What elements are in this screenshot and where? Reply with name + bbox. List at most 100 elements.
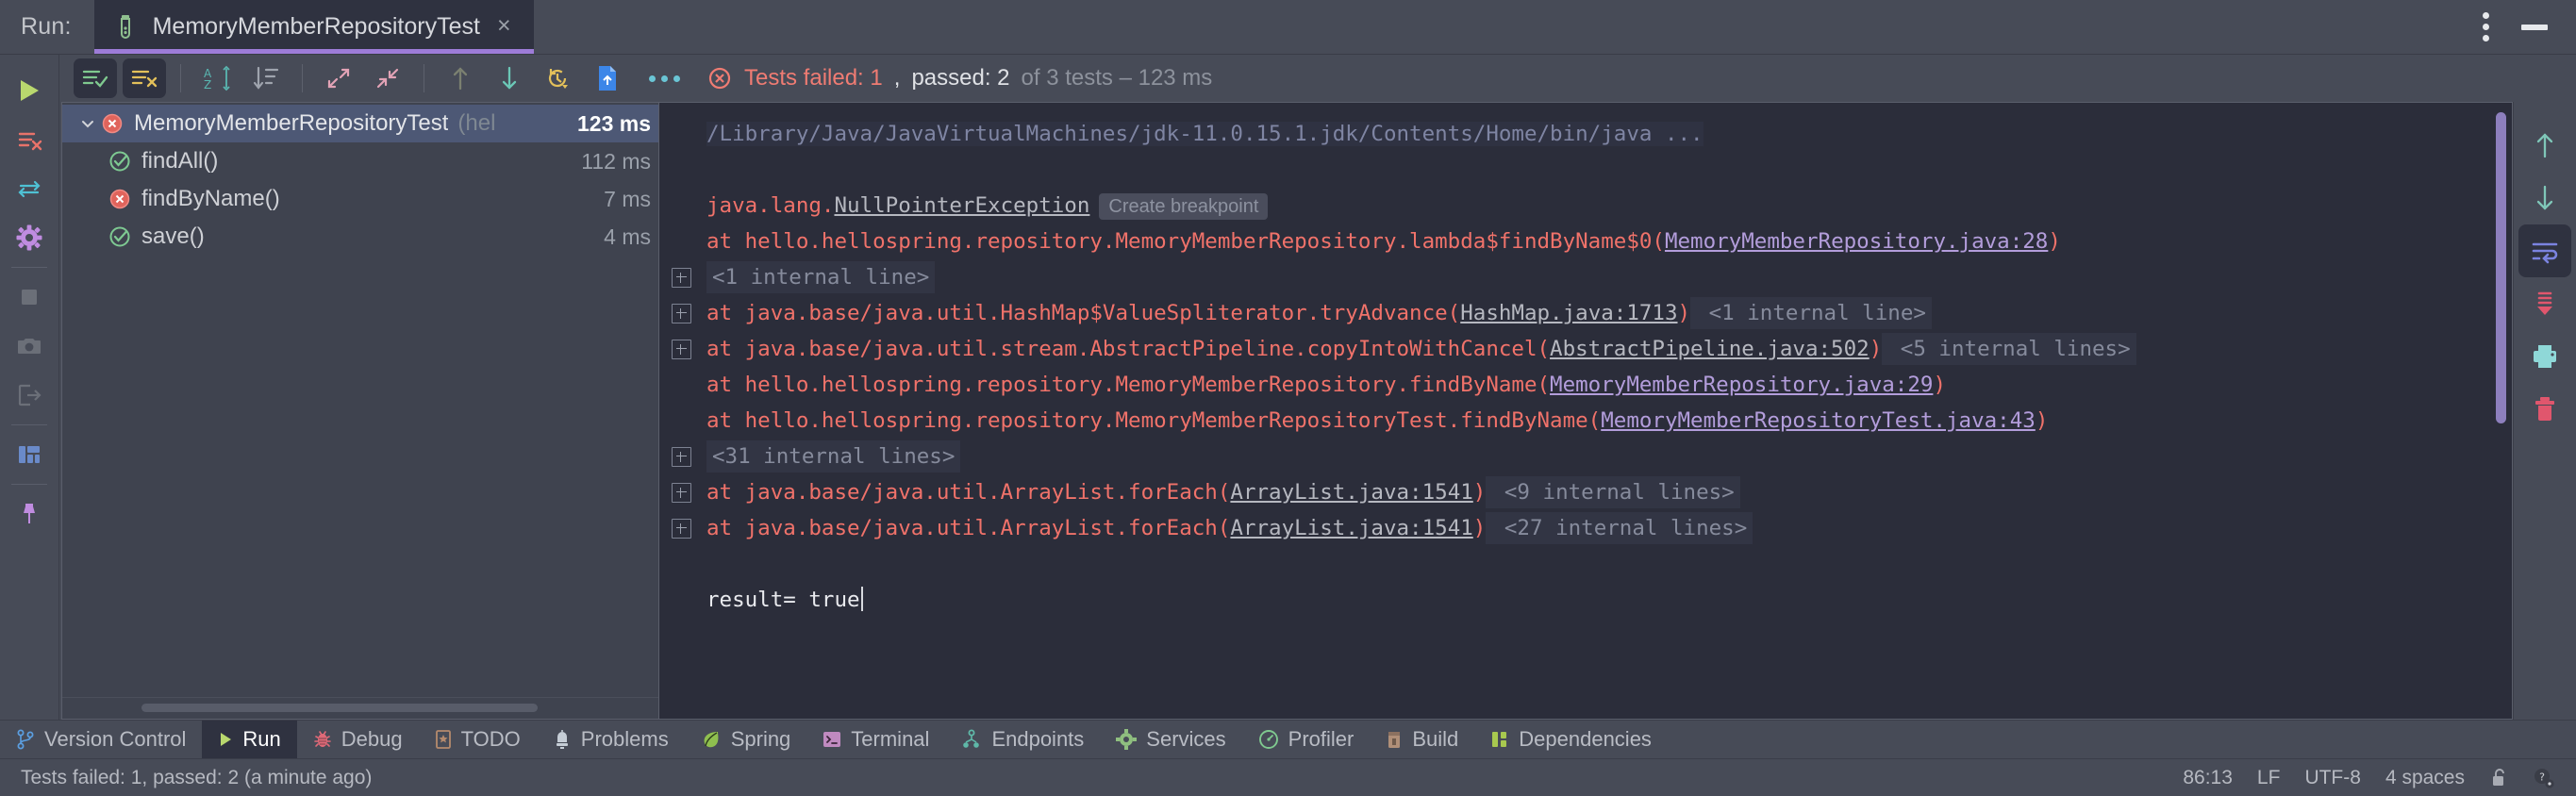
tests-failed-label: Tests failed: xyxy=(744,65,871,91)
show-failed-tests-button[interactable] xyxy=(123,58,166,98)
expand-all-button[interactable] xyxy=(317,58,360,98)
fold-expand-icon[interactable] xyxy=(659,295,703,331)
source-link[interactable]: ArrayList.java:1541 xyxy=(1230,480,1472,505)
tool-window-version-control[interactable]: Version Control xyxy=(0,721,202,758)
run-body: A Z Tests failed: 1 , passed: 2 of 3 tes… xyxy=(0,55,2576,720)
source-link[interactable]: MemoryMemberRepository.java:29 xyxy=(1550,373,1933,397)
test-tree-row-findbyname[interactable]: findByName() 7 ms xyxy=(62,180,658,218)
internal-lines-text[interactable]: <1 internal line> xyxy=(1690,297,1932,329)
tool-window-label: Services xyxy=(1146,727,1226,751)
play-icon xyxy=(218,731,233,748)
console-line-stack: at java.base/java.util.stream.AbstractPi… xyxy=(703,331,2512,367)
source-link[interactable]: MemoryMemberRepository.java:28 xyxy=(1665,229,2048,254)
show-passed-tests-button[interactable] xyxy=(74,58,117,98)
collapse-all-button[interactable] xyxy=(366,58,409,98)
exception-class-link[interactable]: NullPointerException xyxy=(834,193,1089,218)
stack-frame-text: at java.base/java.util.stream.AbstractPi… xyxy=(706,337,1551,361)
minimize-icon[interactable] xyxy=(2521,24,2548,30)
sort-by-duration-button[interactable] xyxy=(244,58,288,98)
console-line-stack: at java.base/java.util.ArrayList.forEach… xyxy=(703,474,2512,510)
test-name: findAll() xyxy=(141,148,219,174)
source-link[interactable]: HashMap.java:1713 xyxy=(1460,301,1677,325)
unlocked-padlock-icon[interactable] xyxy=(2489,768,2508,788)
test-history-button[interactable] xyxy=(537,58,580,98)
file-encoding[interactable]: UTF-8 xyxy=(2304,767,2361,789)
internal-lines-text[interactable]: <5 internal lines> xyxy=(1882,333,2136,365)
tool-window-problems[interactable]: Problems xyxy=(537,721,685,758)
tool-window-terminal[interactable]: Terminal xyxy=(806,721,945,758)
internal-lines-text[interactable]: <27 internal lines> xyxy=(1486,512,1753,544)
test-tree-row-root[interactable]: MemoryMemberRepositoryTest (hel 123 ms xyxy=(62,105,658,142)
console-vertical-scrollbar[interactable] xyxy=(2496,112,2506,709)
more-toolbar-options-icon[interactable] xyxy=(649,75,680,82)
tab-title: MemoryMemberRepositoryTest xyxy=(152,13,480,40)
fold-expand-icon[interactable] xyxy=(659,474,703,510)
help-settings-icon[interactable]: ? xyxy=(2533,767,2555,789)
test-status-summary: Tests failed: 1, passed: 2 of 3 tests – … xyxy=(706,65,1212,91)
clear-all-button[interactable] xyxy=(2518,383,2571,436)
source-link[interactable]: ArrayList.java:1541 xyxy=(1230,516,1472,540)
test-tree[interactable]: MemoryMemberRepositoryTest (hel 123 ms f… xyxy=(62,103,658,697)
next-failed-test-button[interactable] xyxy=(488,58,531,98)
indent-setting[interactable]: 4 spaces xyxy=(2385,767,2465,789)
internal-lines-text[interactable]: <9 internal lines> xyxy=(1486,476,1740,508)
console-line-exception: java.lang.NullPointerException Create bre… xyxy=(703,188,2512,224)
test-tree-horizontal-scrollbar[interactable] xyxy=(62,697,658,719)
export-test-results-button[interactable] xyxy=(586,58,629,98)
scroll-to-end-button[interactable] xyxy=(2518,277,2571,330)
tool-window-endpoints[interactable]: Endpoints xyxy=(945,721,1100,758)
capture-memory-snapshot-button[interactable] xyxy=(5,322,54,371)
close-icon[interactable]: × xyxy=(495,12,513,41)
layout-settings-button[interactable] xyxy=(5,430,54,479)
dump-threads-button[interactable] xyxy=(5,371,54,420)
console-output[interactable]: /Library/Java/JavaVirtualMachines/jdk-11… xyxy=(703,103,2512,719)
tool-window-build[interactable]: Build xyxy=(1370,721,1474,758)
line-separator[interactable]: LF xyxy=(2257,767,2281,789)
soft-wrap-button[interactable] xyxy=(2518,224,2571,277)
chevron-down-icon[interactable] xyxy=(75,115,100,132)
print-button[interactable] xyxy=(2518,330,2571,383)
create-breakpoint-badge[interactable]: Create breakpoint xyxy=(1099,193,1269,220)
test-tree-row-findall[interactable]: findAll() 112 ms xyxy=(62,142,658,180)
tool-window-services[interactable]: Services xyxy=(1100,721,1241,758)
rerun-failed-tests-button[interactable] xyxy=(5,115,54,164)
internal-lines-text[interactable]: <31 internal lines> xyxy=(706,440,961,473)
gutter-spacer xyxy=(659,152,703,188)
more-options-icon[interactable] xyxy=(2483,12,2489,41)
tab-memory-member-repository-test[interactable]: MemoryMemberRepositoryTest × xyxy=(93,0,534,54)
pin-tab-button[interactable] xyxy=(5,489,54,539)
test-failed-icon xyxy=(108,187,132,211)
tool-window-debug[interactable]: Debug xyxy=(297,721,419,758)
tool-window-run[interactable]: Run xyxy=(202,721,297,758)
test-name: save() xyxy=(141,224,205,249)
caret-position[interactable]: 86:13 xyxy=(2183,767,2233,789)
gutter-spacer xyxy=(659,188,703,224)
tool-window-spring[interactable]: Spring xyxy=(685,721,807,758)
fold-expand-icon[interactable] xyxy=(659,510,703,546)
spring-leaf-icon xyxy=(701,729,722,750)
test-tree-row-save[interactable]: save() 4 ms xyxy=(62,218,658,256)
previous-failed-test-button[interactable] xyxy=(439,58,482,98)
fold-expand-icon[interactable] xyxy=(659,259,703,295)
tool-window-todo[interactable]: TODO xyxy=(419,721,537,758)
source-link[interactable]: AbstractPipeline.java:502 xyxy=(1550,337,1870,361)
tool-window-profiler[interactable]: Profiler xyxy=(1242,721,1371,758)
source-link[interactable]: MemoryMemberRepositoryTest.java:43 xyxy=(1601,408,2036,433)
fold-expand-icon[interactable] xyxy=(659,331,703,367)
sort-alphabetically-button[interactable]: A Z xyxy=(195,58,239,98)
scroll-down-button[interactable] xyxy=(2518,172,2571,224)
internal-lines-text[interactable]: <1 internal line> xyxy=(706,261,936,293)
fold-expand-icon[interactable] xyxy=(659,439,703,474)
test-duration: 7 ms xyxy=(604,186,651,211)
rerun-button[interactable] xyxy=(5,66,54,115)
toggle-auto-test-button[interactable] xyxy=(5,164,54,213)
configure-settings-button[interactable] xyxy=(5,213,54,262)
stop-button[interactable] xyxy=(5,273,54,322)
tool-window-dependencies[interactable]: Dependencies xyxy=(1474,721,1668,758)
test-name: findByName() xyxy=(141,186,280,211)
window-buttons xyxy=(2473,0,2576,54)
tool-window-label: Profiler xyxy=(1288,727,1354,751)
test-passed-icon xyxy=(108,224,132,249)
scroll-up-button[interactable] xyxy=(2518,119,2571,172)
tests-total-duration: of 3 tests – 123 ms xyxy=(1021,65,1213,91)
